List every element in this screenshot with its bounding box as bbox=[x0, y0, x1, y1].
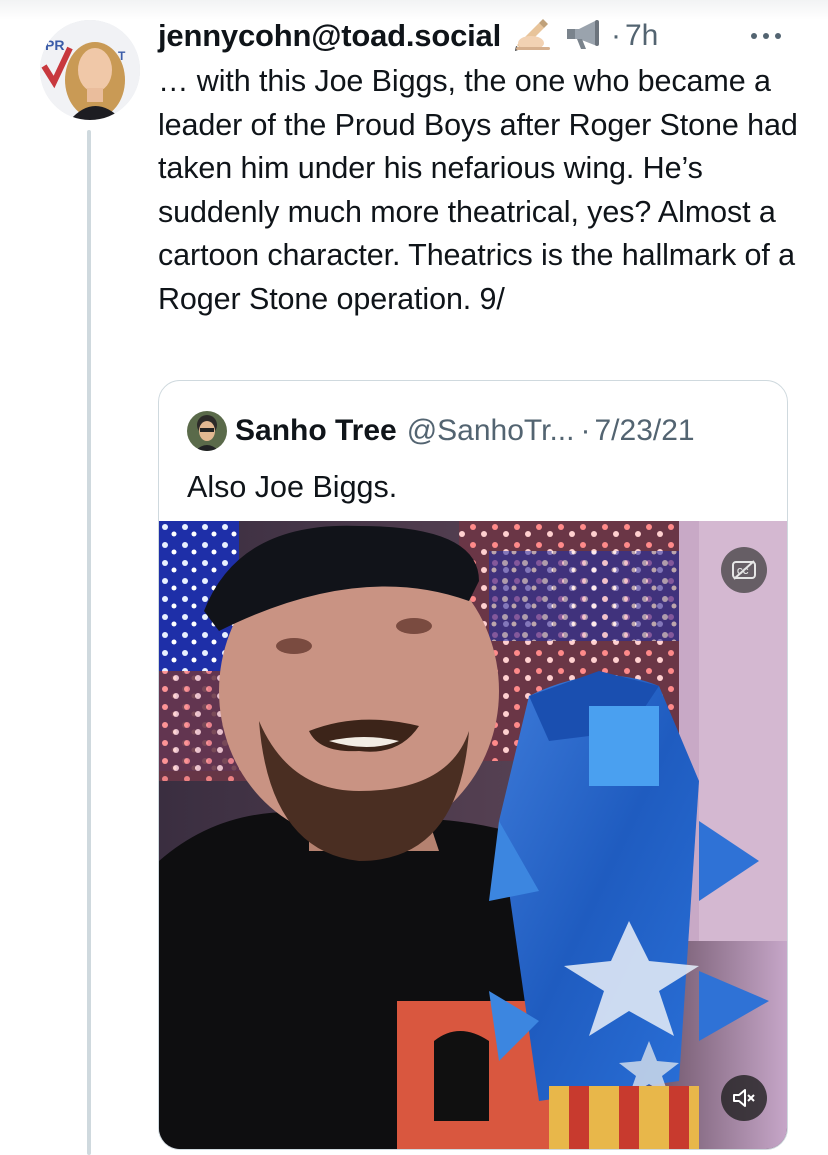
quote-tweet-card[interactable]: Sanho Tree @SanhoTr... · 7/23/21 Also Jo… bbox=[158, 380, 788, 1150]
quote-author-handle[interactable]: @SanhoTr... bbox=[407, 414, 575, 448]
author-handle[interactable]: jennycohn@toad.social bbox=[158, 18, 501, 54]
quote-separator: · bbox=[580, 414, 591, 447]
header-separator: · bbox=[610, 19, 621, 52]
speaker-muted-icon[interactable] bbox=[721, 1075, 767, 1121]
quote-author-name[interactable]: Sanho Tree bbox=[235, 414, 397, 448]
quote-author-avatar bbox=[187, 411, 227, 451]
tweet-header: jennycohn@toad.social · 7h bbox=[158, 14, 658, 58]
tweet-time[interactable]: 7h bbox=[625, 19, 658, 53]
thread-line bbox=[87, 130, 91, 1155]
svg-text:PR: PR bbox=[45, 37, 64, 53]
quote-header: Sanho Tree @SanhoTr... · 7/23/21 bbox=[187, 409, 695, 453]
closed-captions-off-icon[interactable]: CC bbox=[721, 547, 767, 593]
quote-video[interactable]: CC bbox=[159, 521, 787, 1149]
writing-hand-emoji-icon bbox=[513, 17, 553, 56]
tweet-text: … with this Joe Biggs, the one who becam… bbox=[158, 64, 798, 316]
megaphone-emoji-icon bbox=[565, 17, 605, 56]
more-icon[interactable] bbox=[746, 24, 786, 48]
author-avatar[interactable]: PR T bbox=[40, 20, 140, 120]
quote-text: Also Joe Biggs. bbox=[187, 470, 398, 504]
video-frame bbox=[159, 521, 787, 1149]
quote-date[interactable]: 7/23/21 bbox=[594, 414, 694, 448]
